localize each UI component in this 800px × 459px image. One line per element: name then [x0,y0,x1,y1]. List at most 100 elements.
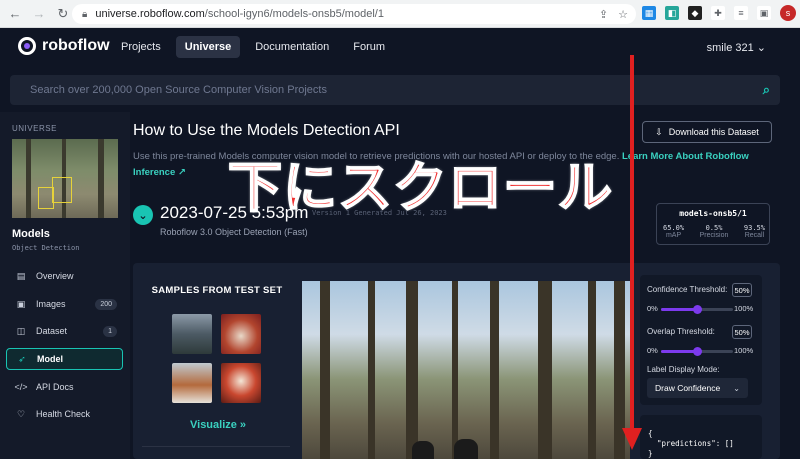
metric-map: 65.0% mAP [663,224,684,239]
sidebar: UNIVERSE Models Object Detection ▤ Overv… [0,112,130,459]
extension-icon[interactable]: ▦ [642,6,656,20]
version-expand-icon[interactable]: ⌄ [133,205,153,225]
photo-tree [538,281,552,459]
scroll-arrow-head [622,428,642,450]
forward-icon[interactable]: → [30,5,48,23]
label-display-mode-label: Label Display Mode: [647,365,720,374]
scroll-down-annotation: 下にスクロール [227,157,613,219]
sample-thumbnail[interactable] [221,363,261,403]
count-badge: 200 [95,298,117,310]
sidebar-item-api-docs[interactable]: </> API Docs [6,376,123,398]
model-icon: ➶ [18,353,26,364]
visualize-link[interactable]: Visualize » [190,419,246,431]
overlap-value-field[interactable]: 50% [732,325,752,339]
detection-box [52,177,72,203]
sidebar-item-health-check[interactable]: ♡ Health Check [6,403,123,425]
confidence-slider-handle[interactable] [692,305,702,314]
extension-icon[interactable]: ◆ [688,6,702,20]
overlap-slider-handle[interactable] [692,347,702,356]
photo-tree [368,281,375,459]
count-badge: 1 [103,325,117,337]
download-icon: ⇩ [655,126,663,137]
extensions-puzzle-icon[interactable]: ✚ [711,6,725,20]
slider-fill [661,350,697,353]
menu-list-icon[interactable]: ≡ [734,6,748,20]
overlap-label: Overlap Threshold: [647,327,715,336]
metric-label: mAP [665,232,682,239]
search-placeholder: Search over 200,000 Open Source Computer… [30,84,327,96]
roboflow-logo-icon [18,37,36,55]
nav-link-projects[interactable]: Projects [112,36,170,58]
url-host: universe.roboflow.com [95,8,205,20]
sample-thumbnail[interactable] [172,363,212,403]
nav-link-documentation[interactable]: Documentation [246,36,338,58]
overview-icon: ▤ [16,270,26,281]
share-icon[interactable]: ⇪ [599,8,608,21]
health-check-icon: ♡ [16,408,26,419]
metric-recall: 93.5% Recall [744,224,765,239]
browser-toolbar: ← → ↻ 🔒︎ universe.roboflow.com /school-i… [0,0,800,28]
extension-icon[interactable]: ◧ [665,6,679,20]
metric-value: 93.5% [743,224,765,232]
photo-dog [454,439,478,459]
chevron-down-icon: ⌄ [733,383,740,393]
search-input[interactable]: Search over 200,000 Open Source Computer… [10,75,780,105]
slider-max-label: 100% [734,304,754,313]
brand-logo[interactable]: roboflow [18,37,110,55]
slider-min-label: 0% [647,346,658,355]
bookmark-star-icon[interactable]: ☆ [618,8,628,21]
chevron-down-icon: ⌄ [756,42,766,54]
user-name: smile 321 [706,42,754,54]
page-title: How to Use the Models Detection API [133,122,400,139]
sidebar-item-images[interactable]: ▣ Images 200 [6,293,123,315]
divider [142,446,290,447]
search-icon[interactable]: ⌕ [763,82,770,98]
slider-fill [661,308,697,311]
address-bar[interactable]: 🔒︎ universe.roboflow.com /school-igyn6/m… [72,4,636,24]
images-icon: ▣ [16,298,26,309]
scroll-arrow-shaft [630,55,634,435]
download-dataset-button[interactable]: ⇩ Download this Dataset [642,121,772,143]
sidebar-item-label: Dataset [36,326,68,336]
dataset-icon: ◫ [16,325,26,336]
user-menu[interactable]: smile 321 ⌄ [707,41,766,54]
confidence-value-field[interactable]: 50% [732,283,752,297]
photo-tree [490,281,499,459]
profile-avatar[interactable]: s [780,5,796,21]
samples-title: SAMPLES FROM TEST SET [151,285,283,296]
sample-thumbnail[interactable] [172,314,212,354]
nav-link-universe[interactable]: Universe [175,36,241,58]
top-nav: roboflow Projects Universe Documentation… [0,28,800,68]
thumbnail-tree [26,139,31,218]
json-output-text: { "predictions": [] } [648,429,734,458]
project-thumbnail[interactable] [12,139,118,218]
lock-icon: 🔒︎ [82,8,88,20]
side-panel-icon[interactable]: ▣ [757,6,771,20]
metric-precision: 0.5% Precision [700,224,729,239]
api-docs-icon: </> [14,382,28,392]
sidebar-item-overview[interactable]: ▤ Overview [6,265,123,287]
download-label: Download this Dataset [668,127,759,137]
version-model-type: Roboflow 3.0 Object Detection (Fast) [160,227,308,237]
project-title: Models [12,228,50,240]
model-id: models-onsb5/1 [679,209,747,218]
sidebar-item-label: Health Check [36,409,91,419]
slider-max-label: 100% [734,346,754,355]
url-path: /school-igyn6/models-onsb5/model/1 [204,8,384,20]
sidebar-item-model[interactable]: ➶ Model [6,348,123,370]
project-type: Object Detection [12,244,80,252]
photo-dog [412,441,434,459]
photo-tree [588,281,596,459]
metrics-card: models-onsb5/1 65.0% mAP 0.5% Precision … [656,203,770,245]
label-display-mode-select[interactable]: Draw Confidence ⌄ [647,378,748,398]
nav-link-forum[interactable]: Forum [344,36,394,58]
back-icon[interactable]: ← [6,5,24,23]
metric-label: Precision [699,232,729,239]
thumbnail-tree [98,139,104,218]
reload-icon[interactable]: ↻ [54,5,72,23]
json-output: { "predictions": [] } [640,415,762,459]
sidebar-item-dataset[interactable]: ◫ Dataset 1 [6,320,123,342]
sample-thumbnail[interactable] [221,314,261,354]
metric-value: 0.5% [705,224,723,232]
select-value: Draw Confidence [655,383,721,393]
